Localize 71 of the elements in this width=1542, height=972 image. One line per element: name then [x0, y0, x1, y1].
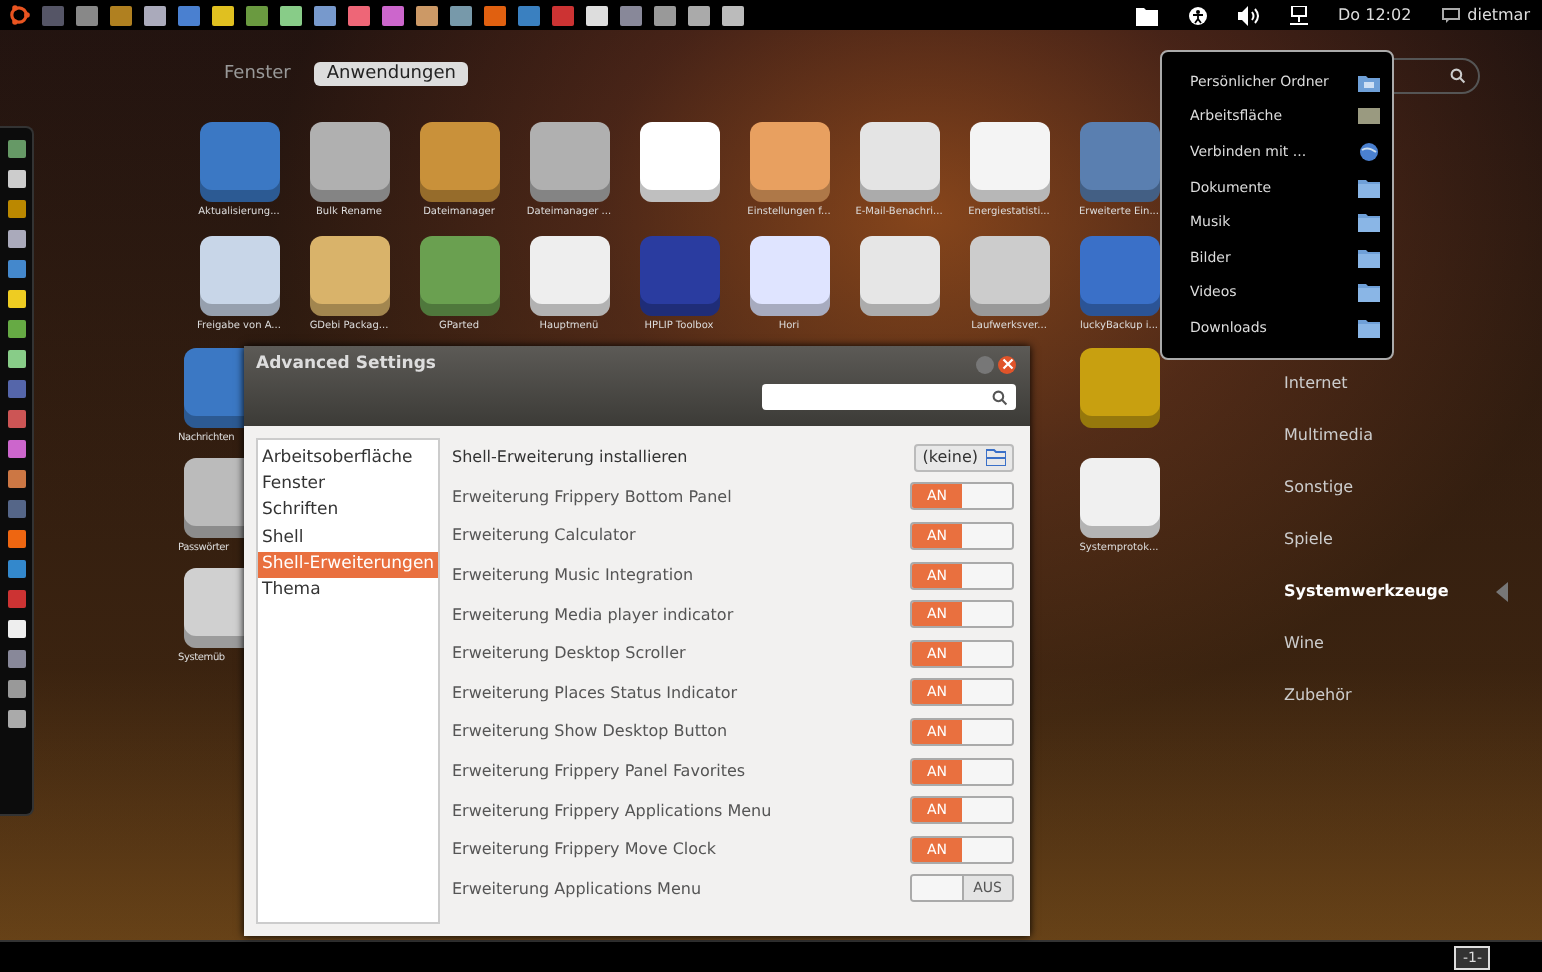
setting-label: Shell-Erweiterung installieren — [452, 448, 688, 467]
app-launcher-icon[interactable] — [246, 5, 268, 25]
ubuntu-logo-icon[interactable] — [8, 4, 30, 26]
category-item[interactable]: Sonstige — [1284, 478, 1354, 496]
app-icon[interactable] — [749, 236, 829, 316]
search-icon — [992, 389, 1008, 405]
setting-label: Erweiterung Frippery Applications Menu — [452, 801, 772, 820]
view-tab[interactable]: Fenster — [212, 62, 303, 86]
app-icon[interactable] — [639, 122, 719, 202]
section-item[interactable]: Schriften — [258, 498, 438, 526]
dialog-title: Advanced Settings — [256, 354, 436, 374]
setting-label: Erweiterung Frippery Panel Favorites — [452, 762, 746, 781]
app-icon[interactable] — [859, 236, 939, 316]
app-launcher-icon[interactable] — [76, 5, 98, 25]
app-launcher-icon[interactable] — [722, 5, 744, 25]
app-icon[interactable] — [529, 236, 609, 316]
category-item[interactable]: Wine — [1284, 634, 1324, 652]
app-launcher-icon[interactable] — [586, 5, 608, 25]
app-icon[interactable] — [309, 236, 389, 316]
section-item[interactable]: Fenster — [258, 472, 438, 499]
view-tab[interactable]: Anwendungen — [314, 62, 468, 86]
app-launcher-icon[interactable] — [382, 5, 404, 25]
app-icon[interactable] — [859, 122, 939, 202]
category-item[interactable]: Multimedia — [1284, 426, 1373, 444]
setting-label: Erweiterung Media player indicator — [452, 605, 734, 624]
app-launcher-icon[interactable] — [314, 5, 336, 25]
section-item[interactable]: Shell — [258, 525, 438, 552]
search-field[interactable] — [762, 384, 1016, 410]
category-item[interactable]: Internet — [1284, 374, 1348, 392]
setting-label: Erweiterung Calculator — [452, 526, 636, 545]
setting-label: Erweiterung Frippery Move Clock — [452, 840, 717, 859]
user-name[interactable]: dietmar — [1467, 6, 1530, 24]
app-launcher-icon[interactable] — [688, 5, 710, 25]
setting-label: Erweiterung Applications Menu — [452, 879, 702, 898]
setting-label: Erweiterung Show Desktop Button — [452, 722, 728, 741]
app-icon[interactable] — [1079, 458, 1159, 538]
app-icon[interactable] — [419, 122, 499, 202]
app-launcher-icon[interactable] — [280, 5, 302, 25]
app-icon[interactable] — [969, 236, 1049, 316]
setting-label: Erweiterung Frippery Bottom Panel — [452, 487, 732, 506]
app-icon[interactable] — [199, 236, 279, 316]
caret-left-icon — [1496, 581, 1508, 601]
app-launcher-icon[interactable] — [212, 5, 234, 25]
section-item[interactable]: Arbeitsoberfläche — [258, 446, 438, 473]
app-launcher-icon[interactable] — [416, 5, 438, 25]
app-launcher-icon[interactable] — [654, 5, 676, 25]
app-icon[interactable] — [529, 122, 609, 202]
chat-icon[interactable] — [1441, 7, 1462, 23]
setting-label: Erweiterung Places Status Indicator — [452, 683, 738, 702]
network-icon[interactable] — [1290, 5, 1308, 25]
clock[interactable]: Do 12:02 — [1338, 6, 1412, 24]
app-launcher-icon[interactable] — [144, 5, 166, 25]
app-launcher-icon[interactable] — [110, 5, 132, 25]
app-launcher-icon[interactable] — [348, 5, 370, 25]
close-button[interactable] — [998, 355, 1016, 373]
category-item[interactable]: Spiele — [1284, 530, 1333, 548]
accessibility-icon[interactable] — [1188, 5, 1208, 25]
category-item[interactable]: Zubehör — [1284, 686, 1352, 704]
setting-label: Erweiterung Desktop Scroller — [452, 644, 686, 663]
volume-icon[interactable] — [1238, 5, 1260, 25]
app-launcher-icon[interactable] — [620, 5, 642, 25]
globe-icon — [1358, 141, 1380, 162]
app-icon[interactable] — [419, 236, 499, 316]
section-item[interactable]: Thema — [258, 577, 438, 605]
app-launcher-icon[interactable] — [450, 5, 472, 25]
category-item[interactable]: Systemwerkzeuge — [1284, 582, 1449, 600]
search-icon — [1450, 68, 1466, 84]
install-button[interactable]: (keine) — [914, 443, 1014, 472]
app-icon[interactable] — [309, 122, 389, 202]
setting-label: Erweiterung Music Integration — [452, 566, 694, 585]
app-icon[interactable] — [969, 122, 1049, 202]
